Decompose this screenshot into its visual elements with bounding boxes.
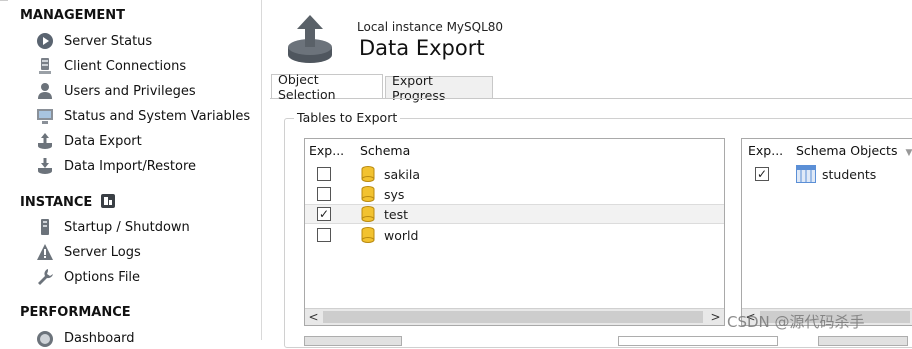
- scroll-thumb[interactable]: [323, 311, 703, 323]
- users-icon: [36, 82, 54, 100]
- schema-name: sakila: [384, 166, 421, 182]
- data-export-icon: [36, 132, 54, 150]
- schema-name: test: [384, 206, 409, 222]
- data-export-header-icon: [285, 13, 335, 68]
- nav-server-status[interactable]: Server Status: [36, 30, 152, 52]
- schema-objects-list[interactable]: Exp... Schema Objects ▼ ✓ students <: [741, 138, 912, 326]
- nav-label: Server Logs: [64, 244, 141, 260]
- nav-label: Server Status: [64, 33, 153, 49]
- section-title-performance: PERFORMANCE: [20, 305, 131, 320]
- divider: [0, 0, 8, 1]
- nav-server-logs[interactable]: Server Logs: [36, 241, 141, 263]
- tab-export-progress[interactable]: Export Progress: [385, 73, 493, 103]
- schema-name: world: [384, 227, 419, 243]
- nav-label: Startup / Shutdown: [64, 219, 190, 235]
- nav-label: Client Connections: [64, 58, 187, 74]
- database-icon: [360, 186, 376, 205]
- navigator-sidebar: MANAGEMENT Server Status Client Connecti…: [0, 0, 262, 347]
- column-header-schema-objects[interactable]: Schema Objects ▼: [796, 143, 912, 158]
- startup-icon: [36, 218, 54, 236]
- export-checkbox[interactable]: [317, 187, 331, 201]
- nav-status-variables[interactable]: Status and System Variables: [36, 105, 250, 127]
- section-title-instance-text: INSTANCE: [20, 195, 93, 210]
- nav-startup-shutdown[interactable]: Startup / Shutdown: [36, 216, 190, 238]
- sort-down-icon: ▼: [905, 148, 912, 158]
- warning-icon: [36, 243, 54, 261]
- section-title-management: MANAGEMENT: [20, 8, 126, 23]
- schema-row-world[interactable]: world: [305, 225, 724, 245]
- dashboard-icon: [36, 329, 54, 347]
- tab-object-selection[interactable]: Object Selection: [271, 72, 383, 102]
- schema-name: sys: [384, 186, 405, 202]
- select-views-button[interactable]: [304, 336, 402, 346]
- nav-label: Data Export: [64, 133, 142, 149]
- nav-options-file[interactable]: Options File: [36, 266, 140, 288]
- database-icon: [360, 206, 376, 225]
- dump-option-select[interactable]: [618, 336, 778, 346]
- export-checkbox[interactable]: [317, 167, 331, 181]
- nav-label: Dashboard: [64, 330, 135, 346]
- wrench-icon: [36, 268, 54, 286]
- section-title-instance: INSTANCE: [20, 194, 115, 212]
- schema-row-sakila[interactable]: sakila: [305, 164, 724, 184]
- watermark: CSDN @源代码杀手: [727, 313, 865, 331]
- monitor-icon: [36, 107, 54, 125]
- tab-label: Object Selection: [278, 71, 336, 102]
- nav-label: Users and Privileges: [64, 83, 196, 99]
- schema-row-sys[interactable]: sys: [305, 184, 724, 204]
- column-header-label: Schema Objects: [796, 143, 898, 158]
- tables-to-export-label: Tables to Export: [294, 110, 401, 125]
- column-header-schema[interactable]: Schema: [360, 143, 410, 158]
- schema-list[interactable]: Exp... Schema sakila sys ✓ test world < …: [304, 138, 725, 326]
- data-import-icon: [36, 157, 54, 175]
- table-icon: [796, 165, 816, 186]
- client-connections-icon: [36, 57, 54, 75]
- nav-label: Status and System Variables: [64, 108, 251, 124]
- data-export-panel: Local instance MySQL80 Data Export Objec…: [263, 0, 912, 348]
- nav-users-privileges[interactable]: Users and Privileges: [36, 80, 196, 102]
- nav-data-import[interactable]: Data Import/Restore: [36, 155, 196, 177]
- schema-row-test[interactable]: ✓ test: [305, 204, 724, 224]
- object-row-students[interactable]: ✓ students: [742, 164, 912, 184]
- database-icon: [360, 227, 376, 246]
- nav-label: Data Import/Restore: [64, 158, 197, 174]
- nav-label: Options File: [64, 269, 141, 285]
- scroll-right-icon[interactable]: >: [707, 309, 724, 325]
- nav-client-connections[interactable]: Client Connections: [36, 55, 186, 77]
- export-checkbox-checked[interactable]: ✓: [317, 207, 331, 221]
- column-header-export[interactable]: Exp...: [748, 143, 783, 158]
- scroll-left-icon[interactable]: <: [305, 309, 322, 325]
- select-tables-button[interactable]: [818, 336, 908, 346]
- instance-status-icon: [100, 194, 115, 212]
- object-name: students: [822, 166, 877, 182]
- server-status-icon: [36, 32, 54, 50]
- nav-data-export[interactable]: Data Export: [36, 130, 142, 152]
- page-title: Data Export: [359, 36, 485, 60]
- column-header-export[interactable]: Exp...: [309, 143, 344, 158]
- export-checkbox-checked[interactable]: ✓: [755, 167, 769, 181]
- nav-dashboard[interactable]: Dashboard: [36, 327, 135, 349]
- connection-subtitle: Local instance MySQL80: [357, 20, 504, 34]
- database-icon: [360, 166, 376, 185]
- horizontal-scrollbar[interactable]: < >: [305, 308, 724, 325]
- export-checkbox[interactable]: [317, 228, 331, 242]
